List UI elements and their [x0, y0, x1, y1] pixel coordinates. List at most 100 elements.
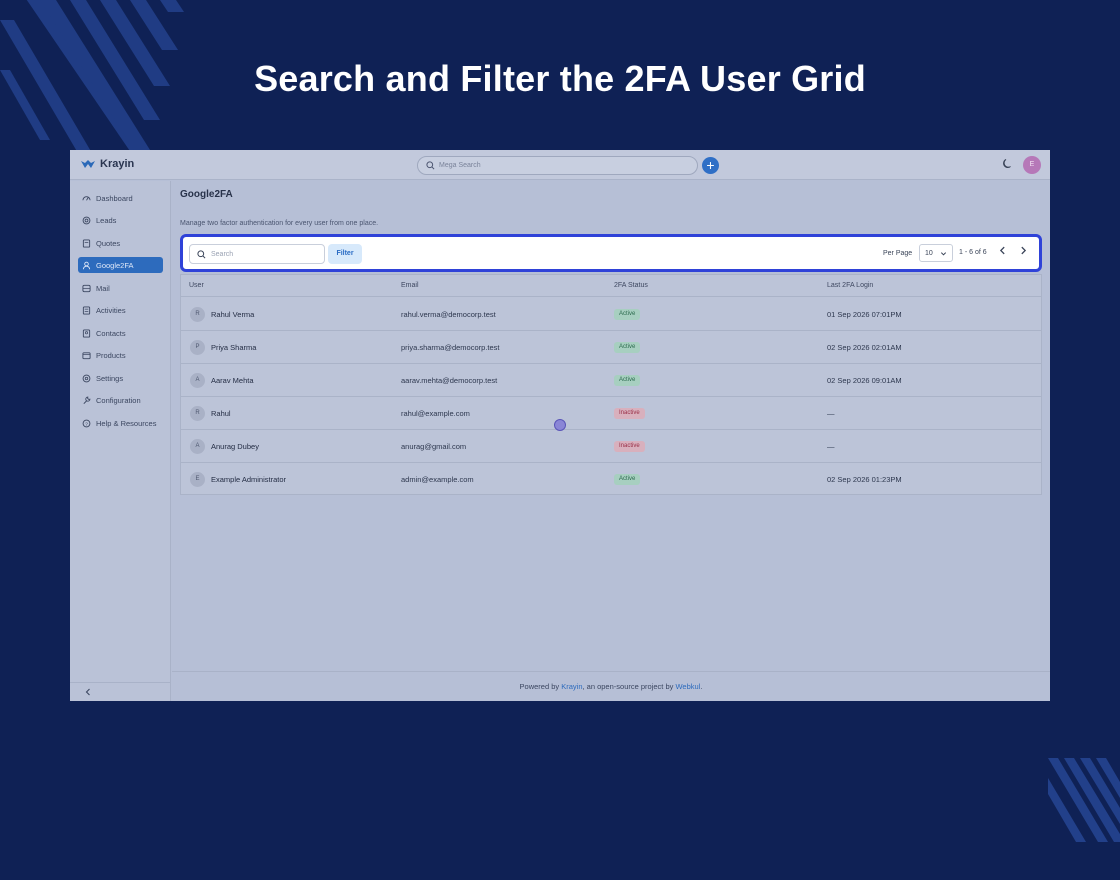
sidebar-item-configuration[interactable]: Configuration	[78, 392, 163, 408]
brand-logo[interactable]: Krayin	[80, 158, 134, 170]
user-name: Aarav Mehta	[211, 376, 254, 385]
wrench-icon	[83, 396, 91, 404]
footer-webkul-link[interactable]: Webkul	[675, 682, 700, 691]
table-row[interactable]: A Aarav Mehta aarav.mehta@democorp.test …	[181, 364, 1041, 397]
sidebar-item-contacts[interactable]: Contacts	[78, 325, 163, 341]
user-name: Rahul Verma	[211, 310, 255, 319]
sidebar-item-label: Settings	[96, 373, 124, 383]
status-badge: Active	[614, 309, 641, 320]
footer-prefix: Powered by	[519, 682, 562, 691]
grid-search-input[interactable]: Search	[189, 244, 325, 264]
user-email: priya.sharma@democorp.test	[401, 343, 500, 352]
sidebar-item-google2fa[interactable]: Google2FA	[78, 257, 163, 273]
page-subtitle: Manage two factor authentication for eve…	[180, 220, 379, 227]
activities-icon	[82, 305, 91, 315]
last-2fa-login: 02 Sep 2026 01:23PM	[827, 475, 902, 484]
status-badge: Inactive	[614, 408, 645, 419]
user-name: Rahul	[211, 409, 231, 418]
sidebar-item-label: Configuration	[96, 395, 141, 405]
sidebar-item-label: Products	[96, 350, 126, 360]
sidebar-item-settings[interactable]: Settings	[78, 370, 163, 386]
last-2fa-login: —	[827, 409, 835, 418]
table-row[interactable]: R Rahul Verma rahul.verma@democorp.test …	[181, 298, 1041, 331]
user-avatar: A	[190, 373, 205, 388]
last-2fa-login: 02 Sep 2026 09:01AM	[827, 376, 902, 385]
sidebar: Dashboard Leads Quotes Google2FA Mail Ac…	[70, 181, 171, 701]
user-avatar: E	[190, 472, 205, 487]
quick-create-button[interactable]: +	[702, 157, 719, 174]
search-icon	[426, 161, 435, 170]
grid-search-placeholder: Search	[211, 250, 234, 258]
user-name: Example Administrator	[211, 475, 287, 484]
column-header-last-2fa-login[interactable]: Last 2FA Login	[827, 282, 873, 289]
footer-suffix: .	[700, 682, 703, 691]
footer-middle: , an open-source project by	[582, 682, 676, 691]
dashboard-icon	[82, 195, 91, 201]
sidebar-item-quotes[interactable]: Quotes	[78, 235, 163, 251]
sidebar-item-mail[interactable]: Mail	[78, 280, 163, 296]
quotes-icon	[82, 238, 91, 248]
pagination-range: 1 - 6 of 6	[959, 249, 987, 256]
main-content: Google2FA Manage two factor authenticati…	[172, 181, 1050, 701]
sidebar-item-label: Leads	[96, 215, 117, 225]
user-email: admin@example.com	[401, 475, 474, 484]
user-email: rahul@example.com	[401, 409, 470, 418]
status-badge: Active	[614, 375, 641, 386]
chevron-left-icon[interactable]	[998, 246, 1007, 255]
user-avatar-button[interactable]: E	[1023, 156, 1041, 174]
table-row[interactable]: P Priya Sharma priya.sharma@democorp.tes…	[181, 331, 1041, 364]
app-screenshot: Krayin Mega Search + E Dashboard Leads Q…	[70, 150, 1050, 701]
column-header-email[interactable]: Email	[401, 282, 419, 289]
sidebar-item-dashboard[interactable]: Dashboard	[78, 190, 163, 206]
last-2fa-login: —	[827, 442, 835, 451]
brand-name: Krayin	[100, 158, 135, 170]
status-badge: Active	[614, 342, 641, 353]
last-2fa-login: 02 Sep 2026 02:01AM	[827, 343, 902, 352]
search-icon	[197, 249, 206, 258]
column-header-2fa-status[interactable]: 2FA Status	[614, 282, 648, 289]
mega-search-input[interactable]: Mega Search	[417, 156, 698, 175]
mega-search-placeholder: Mega Search	[439, 162, 481, 169]
table-row[interactable]: R Rahul rahul@example.com Inactive —	[181, 397, 1041, 430]
sidebar-item-label: Help & Resources	[96, 418, 157, 428]
help-icon: ?	[82, 419, 91, 427]
page-title: Google2FA	[180, 189, 233, 200]
sidebar-item-label: Dashboard	[96, 193, 133, 203]
krayin-logo-icon	[81, 160, 95, 168]
status-badge: Active	[614, 474, 641, 485]
footer-krayin-link[interactable]: Krayin	[561, 682, 582, 691]
status-badge: Inactive	[614, 441, 645, 452]
sidebar-collapse-button[interactable]	[70, 682, 171, 701]
per-page-label: Per Page	[883, 250, 913, 257]
user-email: rahul.verma@democorp.test	[401, 310, 496, 319]
user-avatar: R	[190, 307, 205, 322]
table-header: User Email 2FA Status Last 2FA Login	[181, 275, 1041, 297]
sidebar-item-label: Quotes	[96, 238, 121, 248]
sidebar-item-label: Google2FA	[96, 260, 134, 270]
sidebar-item-label: Activities	[96, 305, 126, 315]
mouse-cursor-indicator	[554, 419, 566, 431]
user-name: Priya Sharma	[211, 343, 257, 352]
sidebar-item-activities[interactable]: Activities	[78, 302, 163, 318]
mail-icon	[82, 284, 91, 292]
sidebar-item-products[interactable]: Products	[78, 347, 163, 363]
user-avatar: P	[190, 340, 205, 355]
user-icon	[82, 261, 91, 269]
sidebar-item-label: Mail	[96, 283, 110, 293]
filter-button[interactable]: Filter	[328, 244, 362, 264]
per-page-select[interactable]: 10	[919, 244, 953, 262]
sidebar-item-help-resources[interactable]: ? Help & Resources	[78, 415, 163, 431]
table-row[interactable]: E Example Administrator admin@example.co…	[181, 463, 1041, 496]
datagrid-toolbar: Search Filter Per Page 10 1 - 6 of 6	[180, 234, 1042, 272]
products-icon	[82, 351, 91, 359]
column-header-user[interactable]: User	[189, 282, 204, 289]
dark-mode-toggle-icon[interactable]	[1002, 158, 1014, 170]
users-2fa-table: User Email 2FA Status Last 2FA Login R R…	[180, 274, 1042, 495]
sidebar-item-leads[interactable]: Leads	[78, 212, 163, 228]
table-row[interactable]: A Anurag Dubey anurag@gmail.com Inactive…	[181, 430, 1041, 463]
chevron-right-icon[interactable]	[1019, 246, 1028, 255]
user-email: anurag@gmail.com	[401, 442, 467, 451]
sidebar-item-label: Contacts	[96, 328, 126, 338]
headline: Search and Filter the 2FA User Grid	[254, 58, 866, 99]
settings-icon	[82, 374, 91, 382]
